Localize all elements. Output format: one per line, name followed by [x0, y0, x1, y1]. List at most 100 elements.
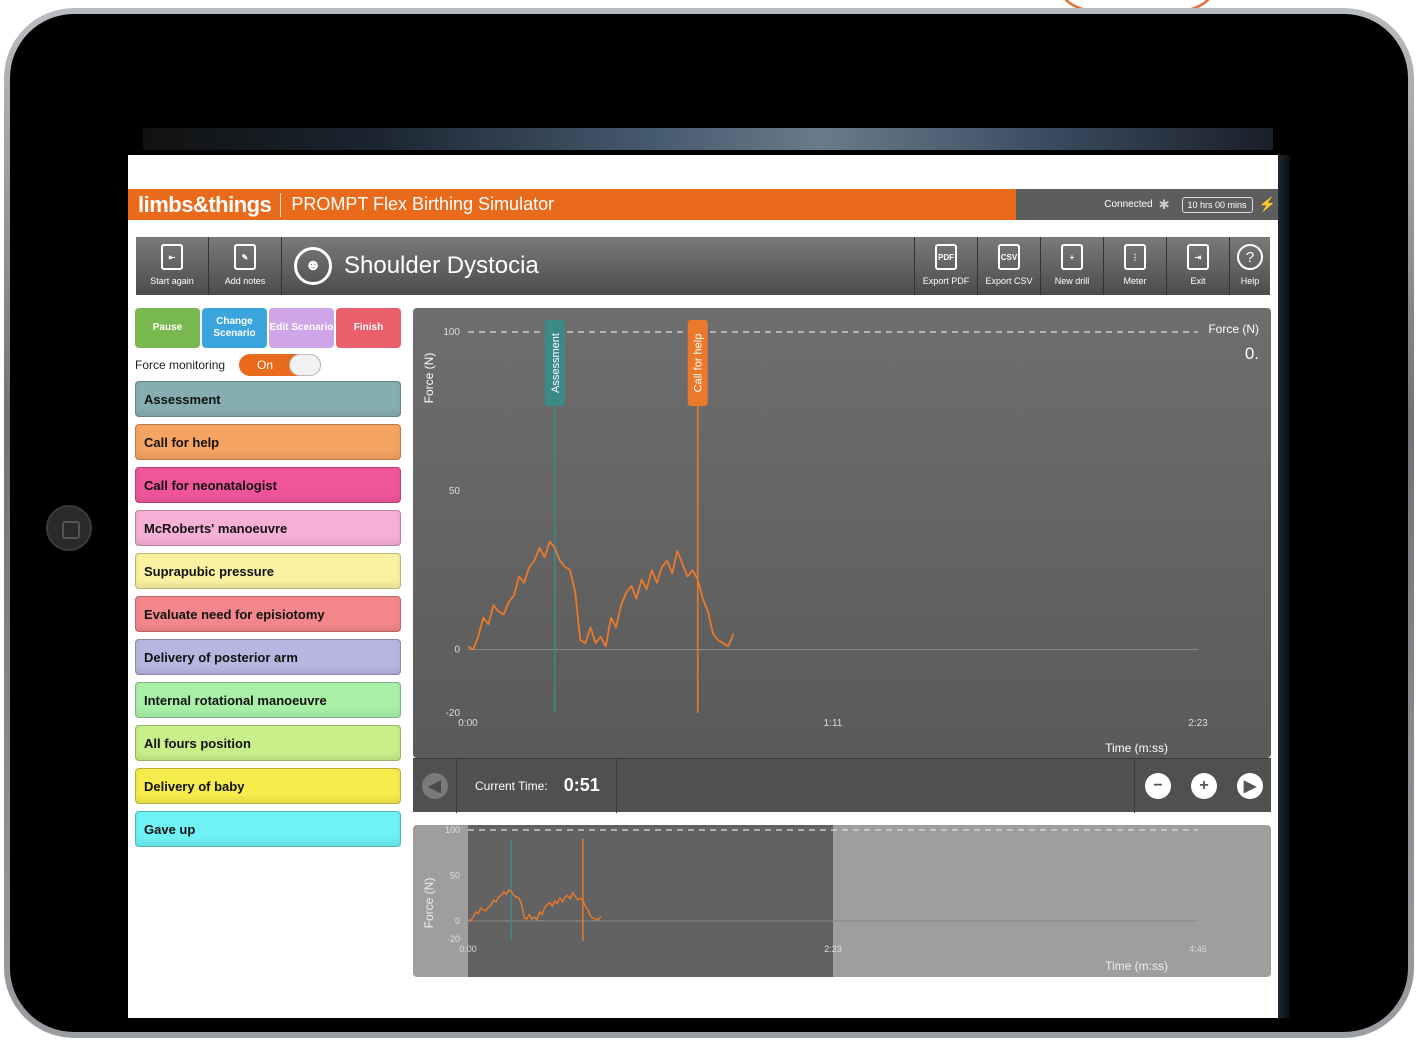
force-monitoring-row: Force monitoring On — [135, 354, 401, 376]
screen-edge — [1278, 155, 1290, 1018]
overview-chart: 100 50 0 -200:00 2:23 4:46 Force (N) Time (m:ss… — [422, 825, 1207, 977]
change-scenario-button[interactable]: Change Scenario — [202, 308, 267, 348]
playback-bar: ◀ Current Time: 0:51 − + ▶ — [413, 758, 1271, 813]
x-axis-label: Time (m:ss) — [1105, 959, 1168, 973]
exit-button[interactable]: ⇥ Exit — [1167, 237, 1230, 295]
overview-chart-panel: 100 50 0 -20 0:00 2:23 4:46 Force (N) Time (m:ss… — [413, 825, 1271, 977]
play-button[interactable]: ▶ — [1237, 772, 1263, 799]
exit-icon: ⇥ — [1187, 244, 1209, 270]
new-drill-icon: + — [1061, 244, 1083, 270]
bluetooth-icon: ✱ — [1158, 196, 1170, 212]
charging-icon: ⚡ — [1258, 196, 1276, 212]
x-axis-label: Time (m:ss) — [1105, 741, 1168, 755]
app-screen: limbs&things PROMPT Flex Birthing Simula… — [128, 155, 1278, 1018]
main-toolbar: ⇤ Start again ✎ Add notes ☻ Shoulder Dys… — [136, 237, 1270, 295]
exit-label: Exit — [1190, 276, 1206, 286]
start-again-label: Start again — [150, 276, 194, 286]
y-tick-label: -20 — [447, 934, 460, 944]
add-notes-button[interactable]: ✎ Add notes — [209, 237, 282, 295]
event-button[interactable]: McRoberts' manoeuvre — [135, 510, 401, 546]
event-button[interactable]: Delivery of baby — [135, 768, 401, 804]
force-monitoring-label: Force monitoring — [135, 358, 226, 372]
pause-button[interactable]: Pause — [135, 308, 200, 348]
y-tick-label: 100 — [445, 825, 460, 835]
event-button[interactable]: All fours position — [135, 725, 401, 761]
new-drill-label: New drill — [1054, 276, 1090, 286]
scenario-header: ☻ Shoulder Dystocia — [282, 237, 914, 295]
x-tick-label: 4:46 — [1189, 944, 1207, 954]
current-force-value: 0. — [1244, 344, 1259, 363]
y-tick-label: 50 — [450, 870, 460, 880]
zoom-in-button[interactable]: + — [1191, 772, 1217, 799]
event-button[interactable]: Delivery of posterior arm — [135, 639, 401, 675]
current-time-value: 0:51 — [563, 775, 600, 795]
help-button[interactable]: ? Help — [1230, 237, 1270, 295]
connection-status: Connected — [1104, 199, 1153, 210]
home-button[interactable] — [46, 505, 92, 551]
app-title: PROMPT Flex Birthing Simulator — [291, 194, 555, 214]
help-icon: ? — [1237, 244, 1263, 270]
y-tick-label: 0 — [455, 916, 460, 926]
event-button[interactable]: Suprapubic pressure — [135, 553, 401, 589]
event-button[interactable]: Internal rotational manoeuvre — [135, 682, 401, 718]
event-marker-label: Assessment — [550, 333, 562, 393]
finish-button[interactable]: Finish — [336, 308, 401, 348]
left-panel: Pause Change Scenario Edit Scenario Fini… — [135, 308, 401, 854]
event-button[interactable]: Evaluate need for episiotomy — [135, 596, 401, 632]
new-drill-button[interactable]: + New drill — [1041, 237, 1104, 295]
x-tick-label: 0:00 — [458, 718, 478, 729]
session-controls: Pause Change Scenario Edit Scenario Fini… — [135, 308, 401, 348]
ios-status-strip — [143, 128, 1273, 150]
add-notes-icon: ✎ — [234, 244, 256, 270]
brand-divider — [280, 192, 282, 217]
meter-button[interactable]: ⋮ Meter — [1104, 237, 1167, 295]
x-tick-label: 0:00 — [459, 944, 477, 954]
force-series-line — [467, 540, 735, 651]
force-chart: 100500-200:00 1:11 2:23Force (N)Time (m:ss… — [422, 320, 1208, 755]
zoom-controls: − + ▶ — [1134, 758, 1271, 813]
toolbar-right-group: PDF Export PDF CSV Export CSV + New dril… — [914, 237, 1270, 295]
meter-label: Meter — [1123, 276, 1147, 286]
export-pdf-label: Export PDF — [922, 276, 970, 286]
toggle-state: On — [257, 358, 274, 372]
event-button[interactable]: Assessment — [135, 381, 401, 417]
start-again-icon: ⇤ — [161, 244, 183, 270]
force-chart-panel: 100 50 0 -20 0:00 1:11 2:23 Force (N) Time (m:ss… — [413, 308, 1271, 813]
export-csv-label: Export CSV — [985, 276, 1033, 286]
add-notes-label: Add notes — [224, 276, 266, 286]
start-again-button[interactable]: ⇤ Start again — [136, 237, 209, 295]
playback-back-area: ◀ — [413, 758, 457, 813]
battery-indicator: 10 hrs 00 mins — [1181, 196, 1253, 213]
event-marker-label: Call for help — [693, 334, 705, 393]
y-tick-label: 50 — [449, 486, 461, 497]
x-tick-label: 2:23 — [1188, 718, 1208, 729]
force-monitoring-toggle[interactable]: On — [239, 354, 322, 376]
csv-icon: CSV — [998, 244, 1020, 270]
zoom-out-button[interactable]: − — [1145, 772, 1171, 799]
y-tick-label: 0 — [454, 645, 460, 656]
export-pdf-button[interactable]: PDF Export PDF — [915, 237, 978, 295]
brand-bar: limbs&things PROMPT Flex Birthing Simula… — [128, 189, 1016, 220]
y-axis-label: Force (N) — [422, 353, 436, 404]
x-tick-label: 2:23 — [824, 944, 842, 954]
event-button[interactable]: Gave up — [135, 811, 401, 847]
help-label: Help — [1240, 276, 1260, 286]
brand-logo: limbs&things — [138, 191, 272, 217]
x-tick-label: 1:11 — [824, 718, 843, 729]
tablet-device: limbs&things PROMPT Flex Birthing Simula… — [0, 0, 1418, 1041]
pdf-icon: PDF — [935, 244, 957, 270]
back-button[interactable]: ◀ — [421, 772, 448, 799]
scenario-title: Shoulder Dystocia — [344, 252, 539, 279]
baby-icon: ☻ — [294, 247, 332, 285]
connection-status-bar: Connected ✱ 10 hrs 00 mins ⚡ — [1016, 189, 1278, 220]
meter-icon: ⋮ — [1124, 244, 1146, 270]
toggle-knob — [289, 354, 322, 376]
y-axis-label: Force (N) — [422, 878, 436, 929]
event-button[interactable]: Call for neonatalogist — [135, 467, 401, 503]
app-header: limbs&things PROMPT Flex Birthing Simula… — [128, 189, 1278, 220]
event-button[interactable]: Call for help — [135, 424, 401, 460]
edit-scenario-button[interactable]: Edit Scenario — [269, 308, 334, 348]
export-csv-button[interactable]: CSV Export CSV — [978, 237, 1041, 295]
legend-series-name: Force (N) — [1208, 322, 1259, 336]
visible-window — [468, 825, 833, 977]
